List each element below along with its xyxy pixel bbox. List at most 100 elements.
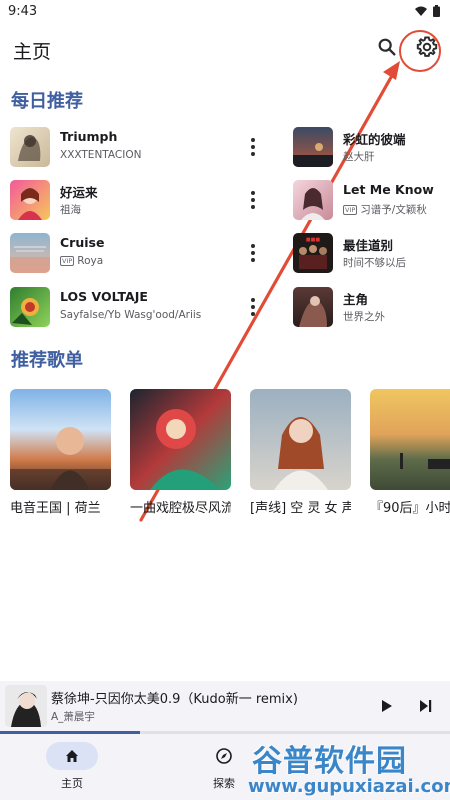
playlist-cover — [130, 389, 231, 490]
song-item[interactable]: LOS VOLTAJE Sayfalse/Yb Wasg'ood/Ariis — [10, 285, 280, 329]
kebab-dot — [251, 251, 255, 255]
kebab-dot — [251, 258, 255, 262]
song-item[interactable]: Triumph XXXTENTACION — [10, 125, 280, 169]
home-icon — [66, 750, 78, 762]
song-artist: 时间不够以后 — [343, 257, 406, 269]
song-artist: 世界之外 — [343, 311, 385, 323]
song-item[interactable]: Cruise VIP Roya — [10, 231, 280, 275]
song-artist: Roya — [77, 255, 104, 267]
battery-icon — [433, 5, 440, 17]
song-title: 彩虹的彼端 — [343, 132, 406, 147]
song-cover — [10, 127, 50, 167]
song-cover — [10, 180, 50, 220]
playlist-card[interactable]: 『90后』小时候 — [370, 389, 450, 516]
search-icon — [378, 38, 396, 56]
song-artist: 赵大肝 — [343, 151, 375, 163]
nav-active-indicator — [46, 742, 98, 770]
song-cover — [293, 180, 333, 220]
song-cover — [293, 127, 333, 167]
compass-icon — [216, 748, 232, 764]
play-button[interactable] — [377, 697, 395, 715]
song-artist: 习谱予/文颖秋 — [360, 204, 427, 216]
play-icon — [382, 700, 392, 712]
kebab-dot — [251, 244, 255, 248]
next-button[interactable] — [416, 697, 434, 715]
more-options-button[interactable] — [243, 188, 263, 212]
song-title: 最佳道别 — [343, 238, 394, 253]
song-item[interactable]: Let Me Know VIP 习谱予/文颖秋 — [293, 178, 443, 222]
now-playing-artist: A_萧晨宇 — [51, 711, 95, 723]
nav-icon-wrap — [198, 742, 250, 770]
settings-button[interactable] — [414, 34, 440, 60]
more-options-button[interactable] — [243, 295, 263, 319]
kebab-dot — [251, 152, 255, 156]
kebab-dot — [251, 138, 255, 142]
nav-item-home[interactable]: 主页 — [37, 742, 107, 791]
playlist-card[interactable]: [声线] 空 灵 女 声 — [250, 389, 351, 516]
song-title: Cruise — [60, 235, 105, 250]
song-item[interactable]: 好运来 祖海 — [10, 178, 280, 222]
kebab-dot — [251, 145, 255, 149]
song-cover — [10, 287, 50, 327]
kebab-dot — [251, 198, 255, 202]
song-artist-line: Sayfalse/Yb Wasg'ood/Ariis — [60, 309, 201, 321]
song-artist-line: VIP Roya — [60, 255, 103, 267]
nav-label: 主页 — [61, 777, 83, 790]
playlist-title: 一曲戏腔极尽风流 — [130, 501, 231, 516]
status-time: 9:43 — [8, 3, 38, 19]
page-title: 主页 — [13, 41, 52, 63]
mini-player[interactable]: 蔡徐坤-只因你太美0.9（Kudo新一 remix) A_萧晨宇 — [0, 681, 450, 731]
song-title: 好运来 — [60, 185, 98, 200]
bottom-navigation: 主页 探索 — [0, 734, 450, 800]
playlist-cover — [250, 389, 351, 490]
song-title: LOS VOLTAJE — [60, 289, 148, 304]
status-icons — [415, 5, 440, 17]
song-title: 主角 — [343, 292, 369, 307]
song-item[interactable]: 主角 世界之外 — [293, 285, 443, 329]
song-artist-line: 赵大肝 — [343, 149, 375, 164]
nav-item-explore[interactable]: 探索 — [189, 742, 259, 791]
vip-badge: VIP — [60, 256, 75, 266]
song-title: Let Me Know — [343, 182, 434, 197]
playlist-title: 『90后』小时候 — [370, 501, 450, 516]
skip-next-icon — [420, 700, 432, 712]
playlist-cover — [370, 389, 450, 490]
playlists-section-title: 推荐歌单 — [11, 350, 83, 371]
kebab-dot — [251, 312, 255, 316]
song-cover — [293, 287, 333, 327]
gear-icon — [416, 36, 438, 57]
status-bar: 9:43 — [0, 0, 450, 22]
kebab-dot — [251, 298, 255, 302]
now-playing-cover — [5, 685, 47, 727]
kebab-dot — [251, 191, 255, 195]
playlist-title: [声线] 空 灵 女 声 — [250, 501, 351, 516]
song-artist: Sayfalse/Yb Wasg'ood/Ariis — [60, 309, 202, 321]
more-options-button[interactable] — [243, 241, 263, 265]
playlist-card[interactable]: 一曲戏腔极尽风流 — [130, 389, 231, 516]
now-playing-title: 蔡徐坤-只因你太美0.9（Kudo新一 remix) — [51, 692, 298, 707]
nav-label: 探索 — [213, 777, 235, 790]
kebab-dot — [251, 205, 255, 209]
kebab-dot — [251, 305, 255, 309]
app-bar: 主页 — [0, 28, 450, 70]
more-options-button[interactable] — [243, 135, 263, 159]
search-button[interactable] — [376, 36, 398, 58]
song-artist-line: 时间不够以后 — [343, 255, 406, 270]
song-artist-line: 世界之外 — [343, 309, 385, 324]
playlist-cover — [10, 389, 111, 490]
song-artist-line: XXXTENTACION — [60, 149, 141, 161]
song-artist-line: 祖海 — [60, 202, 81, 217]
song-cover: ■■■ — [293, 233, 333, 273]
song-item[interactable]: ■■■ 最佳道别 时间不够以后 — [293, 231, 443, 275]
song-cover — [10, 233, 50, 273]
song-title: Triumph — [60, 129, 118, 144]
song-artist-line: VIP 习谱予/文颖秋 — [343, 202, 427, 217]
song-artist: 祖海 — [60, 204, 81, 216]
playlist-card[interactable]: 电音王国 | 荷兰 — [10, 389, 111, 516]
wifi-icon — [415, 6, 427, 16]
song-item[interactable]: 彩虹的彼端 赵大肝 — [293, 125, 443, 169]
svg-text:■■■: ■■■ — [306, 237, 320, 243]
vip-badge: VIP — [343, 204, 358, 215]
song-artist: XXXTENTACION — [60, 149, 142, 161]
daily-section-title: 每日推荐 — [11, 91, 83, 112]
